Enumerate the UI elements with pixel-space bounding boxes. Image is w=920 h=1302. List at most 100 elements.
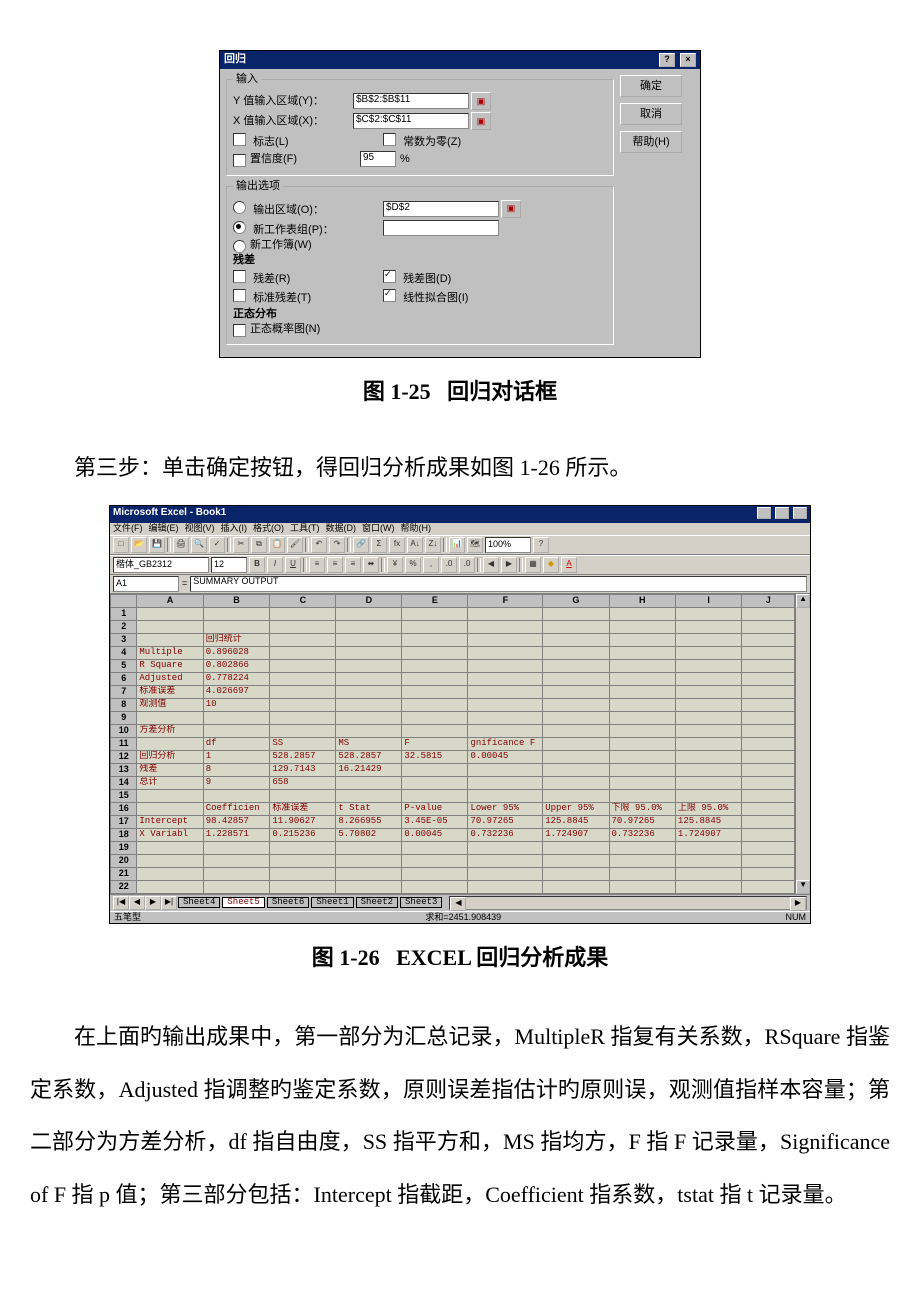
cell[interactable] [468,698,543,711]
cell[interactable] [742,711,795,724]
y-range-input[interactable]: $B$2:$B$11 [353,93,469,109]
cell[interactable] [270,633,336,646]
row-header[interactable]: 5 [111,659,137,672]
tab-nav-button[interactable]: |◀ [113,896,129,910]
cell[interactable] [270,620,336,633]
cell[interactable]: 16.21429 [336,763,402,776]
cell[interactable]: 5.70802 [336,828,402,841]
formula-input[interactable]: SUMMARY OUTPUT [190,576,807,592]
cell[interactable]: 下限 95.0% [609,802,675,815]
cell[interactable] [675,737,741,750]
cell[interactable] [137,854,203,867]
cell[interactable] [675,867,741,880]
fill-color-icon[interactable]: ◆ [543,557,559,573]
cell[interactable] [543,672,609,685]
cell[interactable] [270,854,336,867]
menu-item[interactable]: 数据(D) [326,524,357,534]
column-header[interactable]: H [609,594,675,607]
cell[interactable] [742,737,795,750]
cell[interactable] [675,711,741,724]
cell[interactable] [270,880,336,893]
cell[interactable] [203,724,270,737]
cell[interactable] [543,620,609,633]
percent-icon[interactable]: % [405,557,421,573]
cell[interactable] [543,685,609,698]
row-header[interactable]: 11 [111,737,137,750]
cell[interactable] [336,620,402,633]
cell[interactable]: Intercept [137,815,203,828]
cell[interactable] [468,646,543,659]
cell[interactable] [675,750,741,763]
cell[interactable] [402,646,468,659]
cell[interactable]: 3.45E-05 [402,815,468,828]
cell[interactable]: 0.00045 [468,750,543,763]
sheet-tab[interactable]: Sheet3 [400,897,442,909]
std-residual-checkbox[interactable] [233,289,246,302]
ref-icon[interactable]: ▣ [501,200,521,218]
cell[interactable] [336,841,402,854]
cell[interactable] [203,711,270,724]
tab-nav-button[interactable]: ◀ [129,896,145,910]
cell[interactable] [336,776,402,789]
font-name-combo[interactable]: 楷体_GB2312 [113,557,209,573]
cell[interactable] [137,789,203,802]
zoom-combo[interactable]: 100% [485,537,531,553]
cell[interactable]: 观测值 [137,698,203,711]
cell[interactable] [543,698,609,711]
cell[interactable] [270,672,336,685]
cell[interactable] [675,789,741,802]
cell[interactable] [137,633,203,646]
menu-item[interactable]: 编辑(E) [149,524,179,534]
print-icon[interactable]: 🖨 [173,537,189,553]
cell[interactable]: 658 [270,776,336,789]
cell[interactable]: X Variabl [137,828,203,841]
cell[interactable] [402,724,468,737]
confidence-input[interactable]: 95 [360,151,396,167]
cell[interactable] [402,880,468,893]
undo-icon[interactable]: ↶ [311,537,327,553]
labels-checkbox[interactable] [233,133,246,146]
cell[interactable] [468,685,543,698]
sort-desc-icon[interactable]: Z↓ [425,537,441,553]
vertical-scrollbar[interactable]: ▲ ▼ [795,594,810,894]
cell[interactable] [609,711,675,724]
const-zero-checkbox[interactable] [383,133,396,146]
cell[interactable] [270,789,336,802]
cell[interactable] [742,867,795,880]
row-header[interactable]: 16 [111,802,137,815]
cell[interactable]: 回归统计 [203,633,270,646]
help-icon[interactable]: ? [533,537,549,553]
cell[interactable] [742,815,795,828]
cell[interactable] [742,880,795,893]
cell[interactable] [336,646,402,659]
cell[interactable] [609,854,675,867]
bold-icon[interactable]: B [249,557,265,573]
sheet-tab[interactable]: Sheet5 [222,897,264,909]
column-header[interactable]: D [336,594,402,607]
cell[interactable] [543,750,609,763]
cell[interactable]: 528.2857 [336,750,402,763]
cell[interactable]: 4.026697 [203,685,270,698]
cell[interactable] [402,711,468,724]
name-box[interactable]: A1 [113,576,179,592]
dec-decimal-icon[interactable]: .0 [459,557,475,573]
cell[interactable]: 8 [203,763,270,776]
cell[interactable] [468,607,543,620]
cell[interactable]: t Stat [336,802,402,815]
cell[interactable] [543,711,609,724]
align-left-icon[interactable]: ≡ [309,557,325,573]
cell[interactable] [675,724,741,737]
cell[interactable] [402,607,468,620]
row-header[interactable]: 12 [111,750,137,763]
cell[interactable]: 0.00045 [402,828,468,841]
cell[interactable] [203,841,270,854]
sheet-tab[interactable]: Sheet4 [178,897,220,909]
row-header[interactable]: 13 [111,763,137,776]
cell[interactable]: 残差 [137,763,203,776]
normal-plot-checkbox[interactable] [233,324,246,337]
cell[interactable] [609,620,675,633]
column-header[interactable]: E [402,594,468,607]
cell[interactable]: 528.2857 [270,750,336,763]
cell[interactable] [137,711,203,724]
preview-icon[interactable]: 🔍 [191,537,207,553]
